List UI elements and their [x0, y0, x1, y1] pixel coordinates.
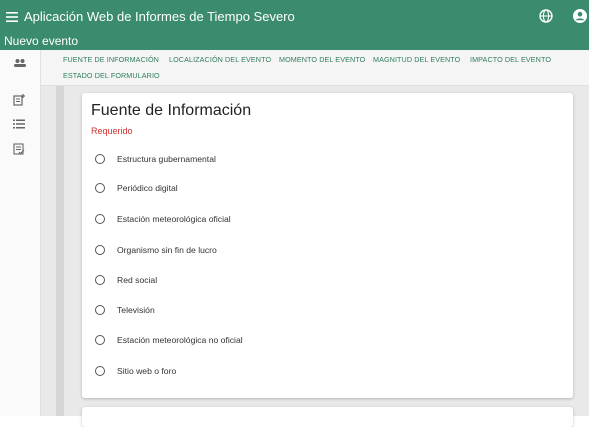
radio-button[interactable] [95, 335, 105, 345]
option-red-social[interactable]: Red social [95, 273, 157, 287]
sidebar [0, 50, 41, 416]
subheader-title: Nuevo evento [4, 34, 79, 48]
tab-localizacion-evento[interactable]: LOCALIZACIÓN DEL EVENTO [169, 55, 271, 64]
section-tabs: FUENTE DE INFORMACIÓN LOCALIZACIÓN DEL E… [41, 50, 589, 86]
add-note-icon[interactable] [8, 89, 30, 111]
account-icon[interactable] [572, 8, 588, 24]
list-icon[interactable] [8, 113, 30, 135]
tab-magnitud-evento[interactable]: MAGNITUD DEL EVENTO [373, 55, 460, 64]
tab-estado-formulario[interactable]: ESTADO DEL FORMULARIO [63, 71, 160, 80]
subheader: Nuevo evento [0, 33, 589, 50]
content-gutter [56, 86, 64, 416]
radio-button[interactable] [95, 305, 105, 315]
option-label: Sitio web o foro [117, 366, 177, 376]
radio-button[interactable] [95, 275, 105, 285]
tab-impacto-evento[interactable]: IMPACTO DEL EVENTO [470, 55, 551, 64]
required-label: Requerido [91, 126, 133, 136]
group-icon[interactable] [9, 52, 31, 74]
option-estacion-oficial[interactable]: Estación meteorológica oficial [95, 212, 231, 226]
info-source-card: Fuente de Información Requerido Estructu… [82, 93, 573, 398]
app-bar: Aplicación Web de Informes de Tiempo Sev… [0, 0, 589, 33]
option-label: Estación meteorológica no oficial [117, 335, 243, 345]
option-television[interactable]: Televisión [95, 303, 155, 317]
option-label: Red social [117, 275, 158, 285]
option-label: Estación meteorológica oficial [117, 214, 231, 224]
tab-fuente-informacion[interactable]: FUENTE DE INFORMACIÓN [63, 55, 159, 64]
option-label: Estructura gubernamental [117, 154, 216, 164]
radio-button[interactable] [95, 214, 105, 224]
option-label: Televisión [117, 305, 155, 315]
menu-icon[interactable] [0, 0, 24, 33]
next-section-card [82, 407, 573, 427]
globe-icon[interactable] [538, 8, 554, 24]
option-periodico-digital[interactable]: Periódico digital [95, 181, 178, 195]
tab-momento-evento[interactable]: MOMENTO DEL EVENTO [279, 55, 365, 64]
checklist-icon[interactable] [8, 138, 30, 160]
option-estacion-no-oficial[interactable]: Estación meteorológica no oficial [95, 333, 243, 347]
radio-button[interactable] [95, 154, 105, 164]
option-estructura-gubernamental[interactable]: Estructura gubernamental [95, 152, 216, 166]
radio-button[interactable] [95, 245, 105, 255]
radio-button[interactable] [95, 366, 105, 376]
option-organismo-sin-fin-lucro[interactable]: Organismo sin fin de lucro [95, 243, 217, 257]
option-label: Periódico digital [117, 183, 178, 193]
section-title: Fuente de Información [91, 102, 252, 119]
radio-button[interactable] [95, 183, 105, 193]
option-sitio-web-foro[interactable]: Sitio web o foro [95, 364, 176, 378]
option-label: Organismo sin fin de lucro [117, 245, 217, 255]
app-title: Aplicación Web de Informes de Tiempo Sev… [24, 9, 295, 24]
